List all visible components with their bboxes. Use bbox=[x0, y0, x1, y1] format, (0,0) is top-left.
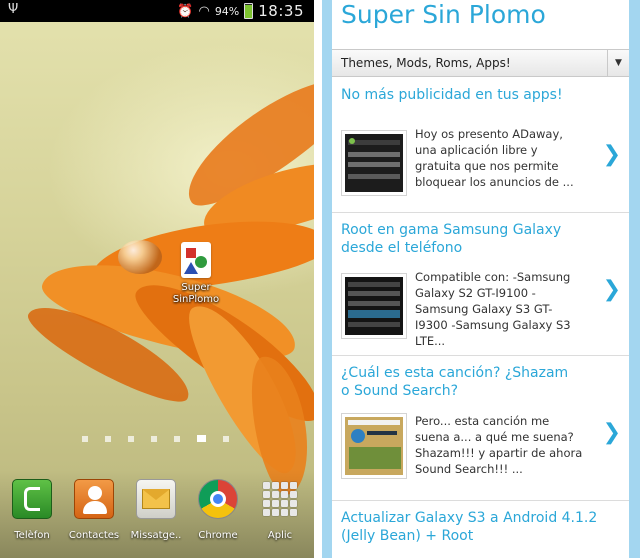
page-dot[interactable] bbox=[82, 435, 88, 442]
dropdown-arrow-icon: ▼ bbox=[607, 50, 629, 76]
contacts-icon bbox=[74, 479, 114, 519]
page-dot[interactable] bbox=[151, 435, 157, 442]
page-dot-active[interactable] bbox=[197, 435, 206, 442]
page-dot[interactable] bbox=[223, 435, 229, 442]
post-item[interactable]: Actualizar Galaxy S3 a Android 4.1.2 (Je… bbox=[332, 501, 629, 558]
post-thumbnail bbox=[341, 273, 407, 339]
post-title[interactable]: Actualizar Galaxy S3 a Android 4.1.2 (Je… bbox=[341, 509, 601, 545]
super-sin-plomo-shortcut[interactable]: Super SinPlomo bbox=[168, 242, 224, 306]
super-sin-plomo-icon bbox=[181, 242, 211, 278]
dock: Telèfon Contactes Missatge.. Chrome Apli… bbox=[0, 470, 314, 558]
post-excerpt: Compatible con: -Samsung Galaxy S2 GT-I9… bbox=[415, 270, 571, 348]
page-dot[interactable] bbox=[128, 435, 134, 442]
chevron-right-icon[interactable]: ❯ bbox=[603, 277, 621, 302]
right-border bbox=[629, 0, 640, 558]
dock-contacts[interactable]: Contactes bbox=[63, 479, 125, 541]
home-screen: Ψ ⏰ ◠ 94% 18:35 Super SinPlomo Telèfon C… bbox=[0, 0, 314, 558]
post-item[interactable]: ¿Cuál es esta canción? ¿Shazam o Sound S… bbox=[332, 356, 629, 501]
category-select[interactable]: Themes, Mods, Roms, Apps! ▼ bbox=[332, 49, 629, 77]
post-item[interactable]: Root en gama Samsung Galaxy desde el tel… bbox=[332, 213, 629, 356]
status-bar: Ψ ⏰ ◠ 94% 18:35 bbox=[0, 0, 314, 22]
shortcut-label: Super SinPlomo bbox=[172, 282, 220, 305]
apps-icon bbox=[260, 479, 300, 519]
post-excerpt: Hoy os presento ADaway, una aplicación l… bbox=[415, 127, 574, 189]
site-title[interactable]: Super Sin Plomo bbox=[341, 0, 546, 29]
status-time: 18:35 bbox=[258, 2, 304, 20]
dock-chrome[interactable]: Chrome bbox=[187, 479, 249, 541]
page-content: Super Sin Plomo Themes, Mods, Roms, Apps… bbox=[332, 0, 629, 558]
page-indicator[interactable] bbox=[82, 435, 229, 442]
phone-icon bbox=[12, 479, 52, 519]
chevron-right-icon[interactable]: ❯ bbox=[603, 142, 621, 167]
wifi-icon: ◠ bbox=[198, 3, 210, 19]
post-title[interactable]: ¿Cuál es esta canción? ¿Shazam o Sound S… bbox=[341, 364, 581, 400]
post-thumbnail bbox=[341, 413, 407, 479]
dock-phone[interactable]: Telèfon bbox=[1, 479, 63, 541]
dock-apps[interactable]: Aplic bbox=[249, 479, 311, 541]
category-select-value: Themes, Mods, Roms, Apps! bbox=[341, 56, 511, 70]
left-border bbox=[322, 0, 332, 558]
usb-icon: Ψ bbox=[8, 2, 19, 17]
alarm-icon: ⏰ bbox=[177, 3, 194, 19]
post-item[interactable]: No más publicidad en tus apps! Hoy os pr… bbox=[332, 78, 629, 213]
battery-charging-icon bbox=[244, 3, 254, 19]
chrome-icon bbox=[198, 479, 238, 519]
dock-messaging[interactable]: Missatge.. bbox=[125, 479, 187, 541]
post-thumbnail bbox=[341, 130, 407, 196]
messaging-icon bbox=[136, 479, 176, 519]
post-excerpt: Pero... esta canción me suena a... a qué… bbox=[415, 414, 583, 476]
web-page: Super Sin Plomo Themes, Mods, Roms, Apps… bbox=[322, 0, 640, 558]
battery-percentage: 94% bbox=[214, 4, 240, 18]
chevron-right-icon[interactable]: ❯ bbox=[603, 420, 621, 445]
page-dot[interactable] bbox=[174, 435, 180, 442]
page-dot[interactable] bbox=[105, 435, 111, 442]
post-title[interactable]: Root en gama Samsung Galaxy desde el tel… bbox=[341, 221, 581, 257]
post-title[interactable]: No más publicidad en tus apps! bbox=[341, 86, 581, 104]
